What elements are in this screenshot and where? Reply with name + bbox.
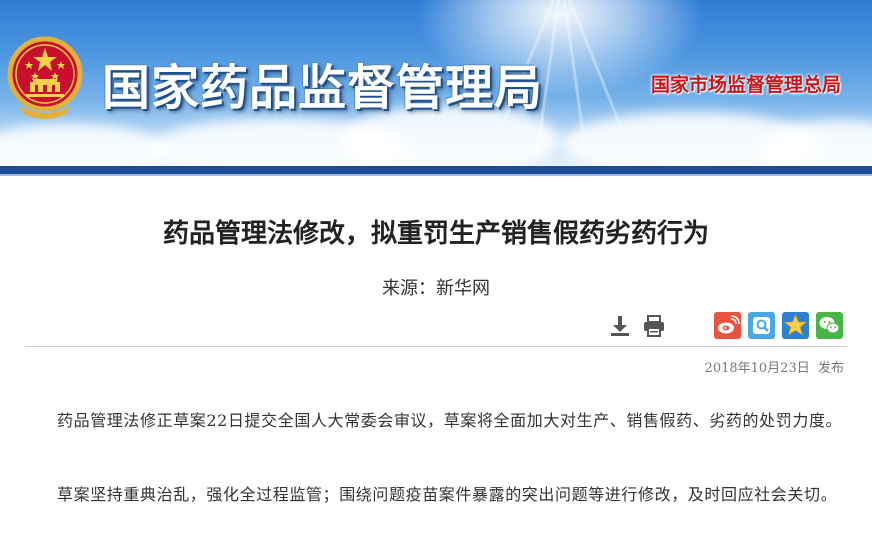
wechat-icon[interactable]: [816, 312, 843, 339]
publish-date: 2018年10月23日 发布: [705, 357, 844, 376]
article-source: 来源：新华网: [382, 278, 490, 299]
article-title: 药品管理法修改，拟重罚生产销售假药劣药行为: [162, 219, 709, 249]
download-icon[interactable]: [608, 314, 632, 338]
print-icon[interactable]: [642, 314, 666, 338]
banner-divider-light: [0, 174, 872, 176]
site-header-banner: 国家药品监督管理局 国家市场监督管理总局: [0, 0, 872, 166]
parent-org-link[interactable]: 国家市场监督管理总局: [651, 70, 841, 97]
site-title: 国家药品监督管理局: [102, 60, 544, 116]
banner-divider: [0, 166, 872, 174]
article-paragraph-2: 草案坚持重典治乱，强化全过程监管；围绕问题疫苗案件暴露的突出问题等进行修改，及时…: [57, 485, 838, 504]
qzone-icon[interactable]: [748, 312, 775, 339]
national-emblem-icon: [7, 36, 83, 119]
publish-date-value: 2018年10月23日: [704, 361, 810, 376]
publish-date-suffix: 发布: [817, 361, 844, 376]
article-paragraph-1: 药品管理法修正草案22日提交全国人大常委会审议，草案将全面加大对生产、销售假药、…: [57, 411, 843, 430]
weibo-icon[interactable]: [714, 312, 741, 339]
article-divider: [25, 346, 847, 347]
favorite-star-icon[interactable]: [782, 312, 809, 339]
